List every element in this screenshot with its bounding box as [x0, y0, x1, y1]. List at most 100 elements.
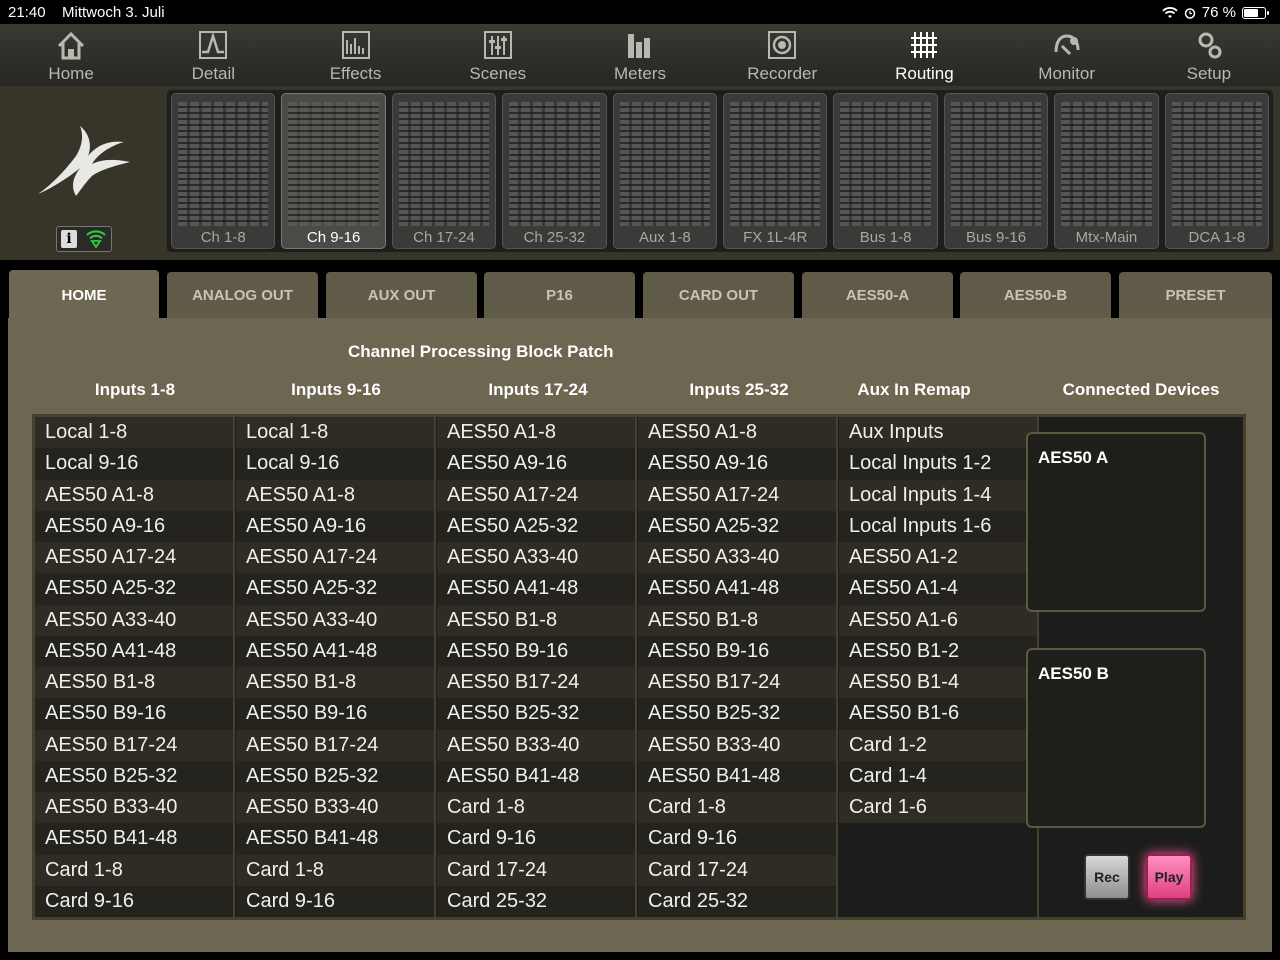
patch-option[interactable]: AES50 B9-16	[638, 635, 836, 667]
patch-option[interactable]: Local 9-16	[35, 448, 233, 480]
patch-option[interactable]: Card 25-32	[638, 885, 836, 917]
bank-button[interactable]: Ch 9-16	[281, 93, 386, 249]
patch-option[interactable]: Card 1-8	[437, 792, 635, 824]
patch-option[interactable]: AES50 B17-24	[236, 729, 434, 761]
device-box-aes50b[interactable]: AES50 B	[1026, 648, 1206, 828]
patch-option[interactable]: AES50 B17-24	[437, 667, 635, 699]
patch-option[interactable]: AES50 B25-32	[437, 698, 635, 730]
patch-option[interactable]: AES50 A41-48	[437, 573, 635, 605]
patch-option[interactable]: AES50 A1-8	[437, 417, 635, 449]
patch-option[interactable]: AES50 A1-8	[35, 479, 233, 511]
patch-option[interactable]: AES50 A25-32	[638, 510, 836, 542]
patch-option[interactable]: AES50 B33-40	[437, 729, 635, 761]
patch-option[interactable]: Card 17-24	[437, 854, 635, 886]
patch-option[interactable]: AES50 B1-8	[638, 604, 836, 636]
patch-option[interactable]: AES50 B1-8	[236, 667, 434, 699]
patch-option[interactable]: Card 1-2	[839, 729, 1037, 761]
patch-option[interactable]: Local 1-8	[236, 417, 434, 449]
patch-option[interactable]: AES50 B1-8	[35, 667, 233, 699]
patch-option[interactable]: AES50 A1-8	[236, 479, 434, 511]
patch-option[interactable]: AES50 A1-8	[638, 417, 836, 449]
info-wifi-button[interactable]: i	[56, 226, 112, 252]
tab-p16[interactable]: P16	[484, 272, 635, 318]
bank-button[interactable]: DCA 1-8	[1164, 93, 1270, 249]
tab-home[interactable]: HOME	[9, 270, 159, 320]
patch-option[interactable]: AES50 B41-48	[437, 760, 635, 792]
patch-option[interactable]: AES50 B9-16	[437, 635, 635, 667]
nav-recorder[interactable]: Recorder	[711, 24, 853, 86]
patch-option[interactable]: AES50 B25-32	[638, 698, 836, 730]
patch-option[interactable]: AES50 A17-24	[236, 542, 434, 574]
tab-aes50-b[interactable]: AES50-B	[960, 272, 1111, 318]
nav-routing[interactable]: Routing	[853, 24, 995, 86]
patch-option[interactable]: AES50 A17-24	[437, 479, 635, 511]
patch-option[interactable]: AES50 A17-24	[638, 479, 836, 511]
rec-button[interactable]: Rec	[1084, 854, 1130, 900]
bank-button[interactable]: Aux 1-8	[612, 93, 718, 249]
bank-button[interactable]: FX 1L-4R	[723, 93, 828, 249]
patch-option[interactable]: AES50 B17-24	[638, 667, 836, 699]
device-box-aes50a[interactable]: AES50 A	[1026, 432, 1206, 612]
patch-option[interactable]: AES50 A1-6	[839, 604, 1037, 636]
patch-option[interactable]: AES50 A25-32	[437, 510, 635, 542]
patch-option[interactable]: Card 17-24	[638, 854, 836, 886]
patch-option[interactable]: AES50 B33-40	[35, 792, 233, 824]
tab-analog-out[interactable]: ANALOG OUT	[167, 272, 318, 318]
patch-option[interactable]: AES50 A1-4	[839, 573, 1037, 605]
patch-option[interactable]: AES50 A1-2	[839, 542, 1037, 574]
patch-option[interactable]: AES50 A33-40	[437, 542, 635, 574]
patch-option[interactable]: AES50 B33-40	[638, 729, 836, 761]
patch-option[interactable]: AES50 B1-4	[839, 667, 1037, 699]
nav-setup[interactable]: Setup	[1138, 24, 1280, 86]
play-button[interactable]: Play	[1146, 854, 1192, 900]
patch-option[interactable]: Card 1-8	[638, 792, 836, 824]
nav-detail[interactable]: Detail	[142, 24, 284, 86]
patch-option[interactable]: AES50 A41-48	[236, 635, 434, 667]
patch-option[interactable]: AES50 A33-40	[638, 542, 836, 574]
patch-option[interactable]: Card 1-8	[236, 854, 434, 886]
patch-option[interactable]: Aux Inputs	[839, 417, 1037, 449]
patch-option[interactable]: Local Inputs 1-6	[839, 510, 1037, 542]
patch-option[interactable]: AES50 B1-8	[437, 604, 635, 636]
nav-meters[interactable]: Meters	[569, 24, 711, 86]
patch-option[interactable]: AES50 B9-16	[236, 698, 434, 730]
patch-option[interactable]: Card 9-16	[437, 823, 635, 855]
nav-effects[interactable]: Effects	[284, 24, 426, 86]
tab-aes50-a[interactable]: AES50-A	[802, 272, 953, 318]
patch-option[interactable]: AES50 B25-32	[236, 760, 434, 792]
patch-option[interactable]: AES50 A9-16	[236, 510, 434, 542]
patch-option[interactable]: AES50 B9-16	[35, 698, 233, 730]
tab-card-out[interactable]: CARD OUT	[643, 272, 794, 318]
patch-option[interactable]: Local 1-8	[35, 417, 233, 449]
patch-option[interactable]: AES50 B17-24	[35, 729, 233, 761]
patch-option[interactable]: AES50 B41-48	[35, 823, 233, 855]
patch-option[interactable]: AES50 B41-48	[638, 760, 836, 792]
patch-option[interactable]: Card 1-8	[35, 854, 233, 886]
patch-option[interactable]: AES50 B41-48	[236, 823, 434, 855]
patch-option[interactable]: Card 1-4	[839, 760, 1037, 792]
patch-option[interactable]: Local Inputs 1-2	[839, 448, 1037, 480]
patch-option[interactable]: Card 9-16	[35, 885, 233, 917]
patch-option[interactable]: Card 9-16	[638, 823, 836, 855]
patch-option[interactable]: AES50 A17-24	[35, 542, 233, 574]
bank-button[interactable]: Ch 25-32	[502, 93, 607, 249]
patch-option[interactable]: Card 9-16	[236, 885, 434, 917]
patch-option[interactable]: Local Inputs 1-4	[839, 479, 1037, 511]
patch-option[interactable]: Card 25-32	[437, 885, 635, 917]
patch-option[interactable]: AES50 A9-16	[35, 510, 233, 542]
bank-button[interactable]: Ch 1-8	[171, 93, 276, 249]
patch-option[interactable]: AES50 B1-2	[839, 635, 1037, 667]
patch-option[interactable]: AES50 A33-40	[236, 604, 434, 636]
patch-option[interactable]: AES50 A9-16	[638, 448, 836, 480]
patch-option[interactable]: AES50 A33-40	[35, 604, 233, 636]
patch-option[interactable]: AES50 A41-48	[638, 573, 836, 605]
tab-preset[interactable]: PRESET	[1119, 272, 1272, 318]
tab-aux-out[interactable]: AUX OUT	[326, 272, 477, 318]
nav-scenes[interactable]: Scenes	[427, 24, 569, 86]
bank-button[interactable]: Bus 1-8	[833, 93, 938, 249]
nav-home[interactable]: Home	[0, 24, 142, 86]
patch-option[interactable]: Local 9-16	[236, 448, 434, 480]
patch-option[interactable]: AES50 A25-32	[35, 573, 233, 605]
patch-option[interactable]: AES50 A9-16	[437, 448, 635, 480]
nav-monitor[interactable]: Monitor	[996, 24, 1138, 86]
